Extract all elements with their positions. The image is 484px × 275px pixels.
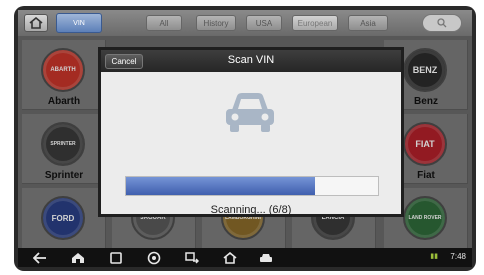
search-icon bbox=[437, 18, 447, 28]
scan-progress-bar bbox=[125, 176, 379, 196]
tab-label: Asia bbox=[360, 18, 376, 28]
tab-asia[interactable]: Asia bbox=[348, 15, 388, 31]
search-button[interactable] bbox=[422, 14, 462, 32]
recent-apps-icon[interactable] bbox=[108, 250, 124, 265]
car-app-icon[interactable] bbox=[258, 250, 274, 265]
house-icon bbox=[29, 17, 43, 29]
back-icon[interactable] bbox=[32, 250, 48, 265]
scan-status-text: Scanning... (6/8) bbox=[210, 204, 292, 216]
vin-button[interactable]: VIN bbox=[56, 13, 102, 33]
dialog-title: Scan VIN bbox=[227, 54, 275, 66]
screen: VIN All History USA European Asia ABARTH… bbox=[18, 10, 472, 267]
cancel-label: Cancel bbox=[111, 57, 137, 66]
top-bar: VIN All History USA European Asia bbox=[18, 10, 472, 36]
dialog-header: Scan VIN Cancel bbox=[101, 50, 401, 72]
tab-history[interactable]: History bbox=[196, 15, 236, 31]
clock: 7:48 bbox=[450, 252, 466, 261]
system-nav-bar: ▮▮ 7:48 bbox=[18, 248, 472, 267]
battery-icon: ▮▮ bbox=[430, 253, 438, 260]
progress-fill bbox=[126, 177, 315, 195]
home-button[interactable] bbox=[24, 14, 48, 32]
device-frame: VIN All History USA European Asia ABARTH… bbox=[14, 6, 476, 271]
tab-label: USA bbox=[255, 18, 273, 28]
vin-label: VIN bbox=[73, 19, 85, 27]
tab-usa[interactable]: USA bbox=[246, 15, 282, 31]
car-icon bbox=[226, 93, 274, 132]
switch-icon[interactable] bbox=[184, 250, 200, 265]
tab-label: European bbox=[297, 18, 333, 28]
tab-all[interactable]: All bbox=[146, 15, 182, 31]
home-app-icon[interactable] bbox=[222, 250, 238, 265]
cancel-button[interactable]: Cancel bbox=[105, 54, 143, 69]
browser-icon[interactable] bbox=[146, 250, 162, 265]
tab-european[interactable]: European bbox=[292, 15, 338, 31]
tab-label: All bbox=[159, 18, 169, 28]
scan-vin-dialog: Scan VIN Cancel Scanning... (6/8) bbox=[98, 47, 404, 217]
home-icon[interactable] bbox=[70, 250, 86, 265]
tab-label: History bbox=[203, 18, 229, 28]
